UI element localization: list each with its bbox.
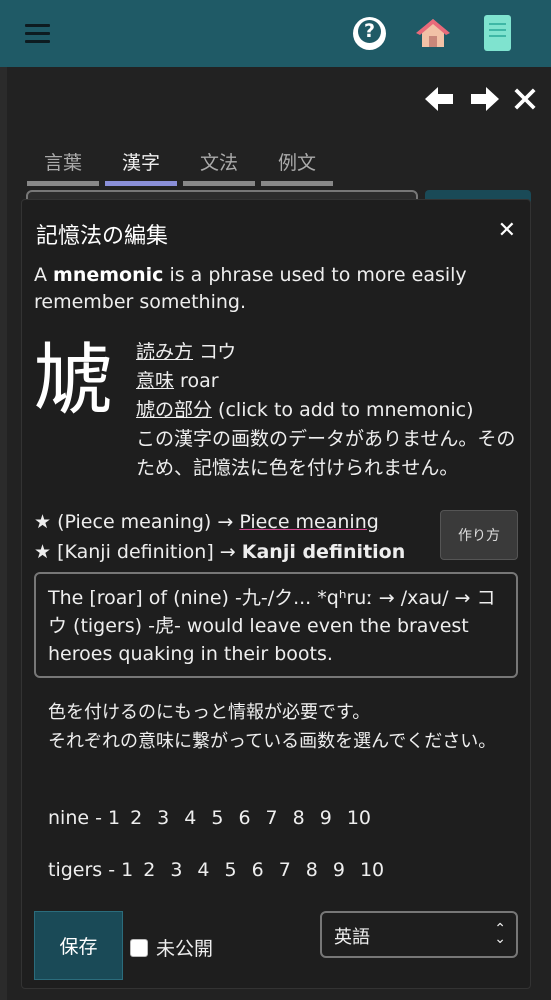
stroke-number[interactable]: 9: [333, 859, 345, 881]
stroke-number[interactable]: 9: [320, 807, 332, 829]
piece-meaning-value: Piece meaning: [239, 511, 379, 533]
language-select[interactable]: 英語 ⌃ ⌄: [320, 911, 518, 958]
stroke-number[interactable]: 6: [252, 859, 264, 881]
help-icon[interactable]: [353, 17, 386, 50]
piece-lines: ★ (Piece meaning) → Piece meaning ★ [Kan…: [34, 507, 434, 567]
intro-text-start: A: [34, 264, 54, 286]
piece-line-prefix: ★ (Piece meaning) →: [34, 511, 240, 533]
mnemonic-edit-modal: 記憶法の編集 ✕ A mnemonic is a phrase used to …: [21, 199, 531, 989]
kanji-definition-value: Kanji definition: [241, 541, 406, 563]
top-bar: [0, 0, 551, 67]
save-button[interactable]: 保存: [34, 911, 123, 980]
private-checkbox[interactable]: [130, 938, 148, 957]
hamburger-menu-icon[interactable]: [25, 24, 50, 44]
stroke-number[interactable]: 3: [170, 859, 182, 881]
intro-bold-word: mnemonic: [53, 264, 164, 286]
close-panel-icon[interactable]: [513, 87, 537, 111]
info-line-2: それぞれの意味に繋がっている画数を選んでください。: [48, 731, 497, 752]
tab-grammar[interactable]: 文法: [183, 148, 255, 186]
language-selected-value: 英語: [334, 927, 370, 948]
kanji-line-prefix: ★ [Kanji definition] →: [34, 541, 242, 563]
stroke-number[interactable]: 10: [360, 859, 384, 881]
private-toggle[interactable]: 未公開: [130, 934, 213, 961]
stroke-number[interactable]: 7: [266, 807, 278, 829]
stroke-number[interactable]: 4: [197, 859, 209, 881]
parts-hint: (click to add to mnemonic): [212, 399, 474, 421]
stroke-number[interactable]: 2: [130, 807, 142, 829]
stroke-number[interactable]: 6: [238, 807, 250, 829]
stroke-number[interactable]: 5: [225, 859, 237, 881]
meaning-value: roar: [174, 370, 219, 392]
kanji-info: 読み方 コウ 意味 roar 虓の部分 (click to add to mne…: [136, 338, 516, 483]
stroke-number[interactable]: 8: [293, 807, 305, 829]
info-line-1: 色を付けるのにもっと情報が必要です。: [48, 702, 371, 723]
stroke-row-label: tigers - 1: [48, 859, 134, 881]
stroke-number[interactable]: 3: [157, 807, 169, 829]
tab-bar: 言葉 漢字 文法 例文: [27, 148, 333, 186]
parts-label[interactable]: 虓の部分: [136, 399, 212, 421]
kanji-character: 虓: [34, 336, 113, 426]
book-icon[interactable]: [484, 15, 511, 51]
reading-value: コウ: [193, 341, 237, 363]
mnemonic-textarea[interactable]: The [roar] of (nine) -九-/ク... *qʰruː → /…: [34, 572, 518, 678]
stroke-row-nine: nine - 1 2 3 4 5 6 7 8 9 10: [48, 807, 386, 829]
stroke-number[interactable]: 7: [279, 859, 291, 881]
meaning-label: 意味: [136, 370, 175, 392]
forward-arrow-icon[interactable]: [469, 86, 499, 112]
home-icon[interactable]: [416, 17, 450, 49]
stroke-number[interactable]: 8: [306, 859, 318, 881]
modal-title: 記憶法の編集: [36, 224, 169, 249]
select-chevron-icon: ⌃ ⌄: [494, 921, 506, 947]
reading-label: 読み方: [136, 341, 194, 363]
back-arrow-icon[interactable]: [425, 86, 455, 112]
no-stroke-data-text: この漢字の画数のデータがありません。そのため、記憶法に色を付けられません。: [136, 428, 516, 479]
tab-kanji[interactable]: 漢字: [105, 148, 177, 186]
stroke-number[interactable]: 10: [347, 807, 371, 829]
tab-words[interactable]: 言葉: [27, 148, 99, 186]
stroke-number[interactable]: 4: [184, 807, 196, 829]
private-label: 未公開: [156, 938, 214, 960]
more-info-text: 色を付けるのにもっと情報が必要です。 それぞれの意味に繋がっている画数を選んでく…: [48, 698, 518, 756]
stroke-number[interactable]: 2: [143, 859, 155, 881]
tab-examples[interactable]: 例文: [261, 148, 333, 186]
nav-arrows: [425, 86, 537, 112]
close-icon[interactable]: ✕: [498, 218, 516, 243]
how-to-make-button[interactable]: 作り方: [440, 510, 518, 560]
intro-text: A mnemonic is a phrase used to more easi…: [34, 262, 514, 316]
stroke-row-label: nine - 1: [48, 807, 121, 829]
stroke-row-tigers: tigers - 1 2 3 4 5 6 7 8 9 10: [48, 859, 399, 881]
stroke-number[interactable]: 5: [211, 807, 223, 829]
